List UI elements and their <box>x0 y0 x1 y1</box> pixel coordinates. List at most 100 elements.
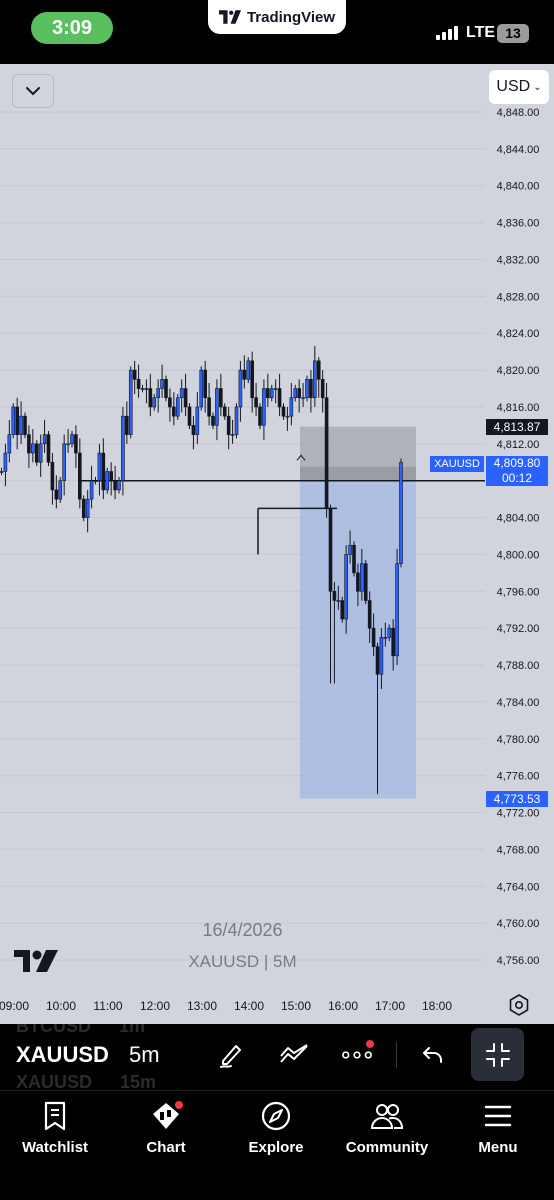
candle-body <box>297 388 301 399</box>
candle-body <box>313 360 317 399</box>
chevron-down-icon <box>26 87 40 96</box>
candle-body <box>117 480 121 491</box>
candle-body <box>356 572 360 592</box>
candle-body <box>219 388 223 408</box>
candle-body <box>250 360 254 399</box>
price-chart[interactable]: 4,848.00 4,844.00 4,840.00 4,836.00 4,832.00… <box>0 64 554 1024</box>
candle-body <box>344 554 348 620</box>
undo-icon <box>423 1047 442 1063</box>
candle-body <box>58 480 63 500</box>
candle-body <box>320 379 325 399</box>
notification-dot <box>175 1101 183 1109</box>
candle-body <box>324 397 329 509</box>
candle-body <box>97 452 102 481</box>
candle-body <box>81 498 86 518</box>
notification-dot <box>366 1040 374 1048</box>
candle-body <box>23 415 27 435</box>
currency-button[interactable]: USD ⌄ <box>489 70 549 104</box>
price-axis-label: 4,848.00 <box>497 107 540 119</box>
candle-body <box>203 369 207 399</box>
app-banner[interactable]: TradingView <box>208 0 346 34</box>
candle-body <box>367 600 372 629</box>
chevron-down-icon: ⌄ <box>533 81 542 93</box>
price-axis-label: 4,812.00 <box>497 439 540 451</box>
candle-body <box>34 443 39 463</box>
price-axis-label: 4,832.00 <box>497 254 540 266</box>
tab-community[interactable]: Community <box>332 1091 442 1171</box>
candle-body <box>379 637 384 675</box>
candle-body <box>101 452 106 491</box>
time-axis-label: 17:00 <box>375 999 405 1013</box>
fullscreen-button[interactable] <box>471 1028 524 1081</box>
currency-label: USD <box>496 78 531 95</box>
candle-body <box>383 637 388 639</box>
collapse-button[interactable] <box>12 74 54 108</box>
candle-body <box>387 627 392 638</box>
time-axis-label: 13:00 <box>187 999 217 1013</box>
more-button[interactable] <box>342 1040 374 1070</box>
candle-body <box>199 369 204 408</box>
ghost-interval: 1m <box>119 1024 146 1036</box>
collapse-arrows-icon <box>485 1042 510 1067</box>
network-label: LTE <box>466 24 496 41</box>
candle-body <box>3 452 8 472</box>
ghost-symbol: BTCUSD <box>16 1024 91 1036</box>
candle-body <box>70 434 74 445</box>
time-axis-label: 10:00 <box>46 999 76 1013</box>
candle-body <box>258 406 262 426</box>
candle-body <box>172 406 176 417</box>
drawing-tool-button[interactable] <box>216 1040 246 1070</box>
tab-watchlist[interactable]: Watchlist <box>0 1091 110 1171</box>
price-axis-label: 4,844.00 <box>497 144 540 156</box>
stop-price-tag: 4,773.53 <box>486 791 548 807</box>
candle-body <box>66 443 70 446</box>
candle-body <box>19 415 23 435</box>
chart-symbol-label: XAUUSD | 5M <box>188 952 297 971</box>
indicators-button[interactable] <box>279 1040 309 1070</box>
candle-body <box>352 544 356 574</box>
compass-icon <box>259 1099 293 1133</box>
candle-body <box>11 406 16 435</box>
candle-body <box>164 379 168 399</box>
status-time: 3:09 <box>31 12 113 44</box>
chart-area[interactable]: 4,848.00 4,844.00 4,840.00 4,836.00 4,832.00… <box>0 64 554 1024</box>
time-axis-label: 09:00 <box>0 999 29 1013</box>
candle-body <box>289 397 294 417</box>
interval-selector[interactable]: 5m <box>129 1042 160 1068</box>
candle-body <box>7 434 12 454</box>
candle-body <box>38 443 43 463</box>
candle-body <box>293 388 298 399</box>
price-axis-label: 4,800.00 <box>497 549 540 561</box>
tab-menu[interactable]: Menu <box>443 1091 553 1171</box>
candle-body <box>132 369 137 380</box>
ghost-symbol: XAUUSD <box>16 1072 93 1090</box>
candle-body <box>215 388 219 426</box>
candle-body <box>234 406 239 435</box>
price-axis-label: 4,756.00 <box>497 955 540 967</box>
pencil-icon <box>220 1045 241 1068</box>
status-bar: 3:09 TradingView LTE 13 <box>0 0 554 64</box>
chart-toolbar: BTCUSD 1m XAUUSD 15m XAUUSD 5m <box>0 1024 554 1090</box>
candle-body <box>195 406 200 435</box>
candle-body <box>50 461 55 491</box>
chart-settings-icon[interactable] <box>507 993 531 1017</box>
candle-body <box>336 600 341 602</box>
candle-body <box>175 397 180 417</box>
symbol-selector[interactable]: XAUUSD <box>16 1042 109 1068</box>
time-axis-label: 15:00 <box>281 999 311 1013</box>
tab-explore[interactable]: Explore <box>221 1091 331 1171</box>
candle-body <box>360 563 364 592</box>
candle-body <box>144 388 149 390</box>
signal-icon <box>436 26 458 40</box>
candle-body <box>238 369 243 408</box>
chart-date-label: 16/4/2026 <box>202 920 283 940</box>
undo-button[interactable] <box>418 1040 448 1070</box>
candle-body <box>273 388 278 390</box>
candle-body <box>363 563 368 601</box>
tab-chart[interactable]: Chart <box>111 1091 221 1171</box>
candle-body <box>242 369 247 380</box>
candle-body <box>301 397 305 400</box>
time-axis-label: 14:00 <box>234 999 264 1013</box>
candle-body <box>262 388 266 426</box>
entry-band <box>300 466 416 481</box>
